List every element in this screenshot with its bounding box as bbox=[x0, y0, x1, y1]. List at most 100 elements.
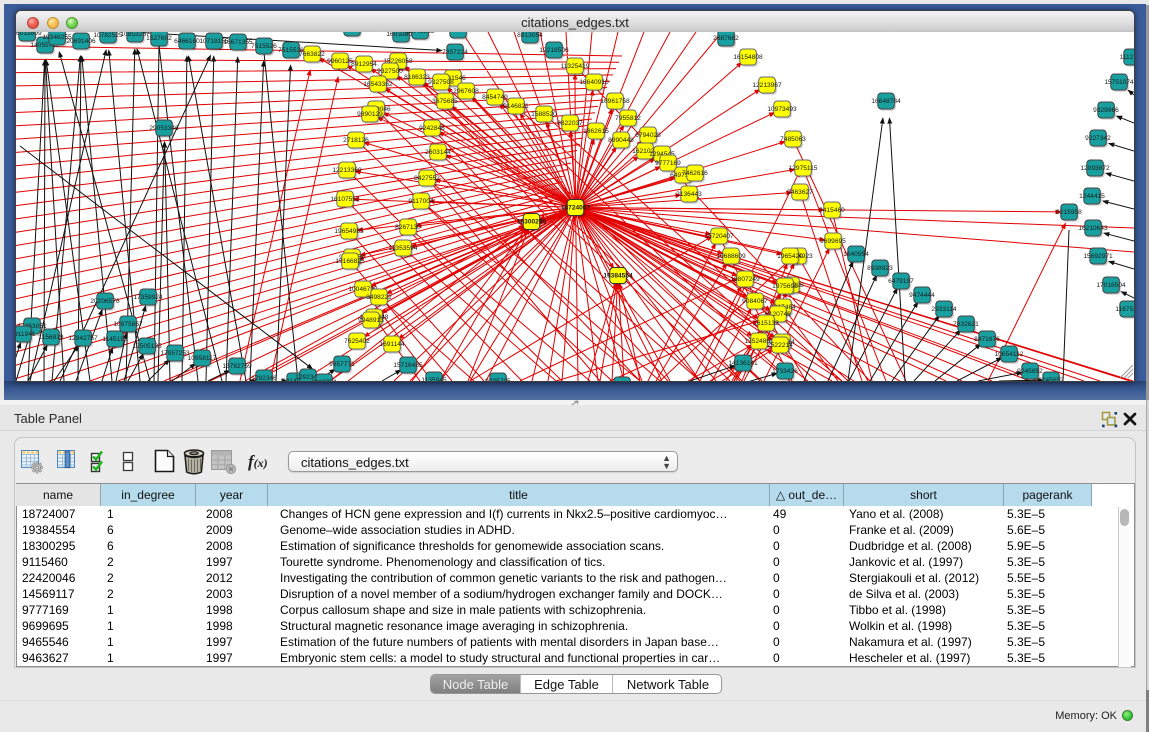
svg-text:6794028: 6794028 bbox=[635, 132, 661, 139]
svg-text:9960125: 9960125 bbox=[327, 58, 353, 65]
svg-text:6479197: 6479197 bbox=[888, 278, 914, 285]
svg-text:18807249: 18807249 bbox=[730, 276, 760, 283]
svg-text:9890129: 9890129 bbox=[357, 111, 383, 118]
svg-text:7357224: 7357224 bbox=[442, 49, 468, 56]
svg-text:8454749: 8454749 bbox=[482, 94, 508, 101]
svg-text:14136141: 14136141 bbox=[728, 360, 758, 367]
svg-text:7663822: 7663822 bbox=[299, 51, 325, 58]
svg-text:16154808: 16154808 bbox=[733, 54, 763, 61]
svg-text:16033809: 16033809 bbox=[16, 32, 42, 37]
svg-text:9235705: 9235705 bbox=[485, 378, 511, 381]
svg-text:10958117: 10958117 bbox=[188, 355, 217, 362]
svg-text:12043852: 12043852 bbox=[405, 32, 435, 35]
svg-text:8912954: 8912954 bbox=[351, 61, 377, 68]
svg-text:10973493: 10973493 bbox=[767, 106, 797, 113]
svg-text:17016504: 17016504 bbox=[1096, 282, 1126, 289]
svg-text:7632621: 7632621 bbox=[953, 321, 979, 328]
svg-text:8267130: 8267130 bbox=[395, 224, 421, 231]
svg-text:2687682: 2687682 bbox=[713, 35, 739, 42]
svg-text:2718126: 2718126 bbox=[343, 137, 369, 144]
svg-text:16961758: 16961758 bbox=[600, 98, 630, 105]
svg-text:18724007: 18724007 bbox=[561, 205, 591, 212]
svg-text:9084067: 9084067 bbox=[742, 298, 768, 305]
svg-text:9474444: 9474444 bbox=[909, 292, 935, 299]
svg-text:9242848: 9242848 bbox=[419, 125, 445, 132]
svg-text:1292346: 1292346 bbox=[251, 375, 277, 381]
svg-text:8498222: 8498222 bbox=[366, 294, 392, 301]
svg-text:17359924: 17359924 bbox=[133, 294, 163, 301]
svg-text:9699695: 9699695 bbox=[820, 238, 846, 245]
svg-text:9948913: 9948913 bbox=[358, 317, 384, 324]
svg-text:8990448: 8990448 bbox=[608, 137, 634, 144]
svg-text:19384554: 19384554 bbox=[603, 273, 633, 280]
svg-text:1862615: 1862615 bbox=[583, 128, 609, 135]
svg-text:8215958: 8215958 bbox=[1056, 209, 1082, 216]
svg-text:1640954: 1640954 bbox=[843, 251, 869, 258]
svg-text:16107552: 16107552 bbox=[330, 196, 360, 203]
svg-text:18300295: 18300295 bbox=[517, 219, 547, 226]
svg-text:15751074: 15751074 bbox=[1104, 79, 1134, 86]
svg-text:1145193: 1145193 bbox=[102, 336, 128, 343]
svg-text:18640910: 18640910 bbox=[579, 79, 609, 86]
svg-text:11325419: 11325419 bbox=[561, 63, 590, 70]
svg-text:1156819: 1156819 bbox=[38, 334, 64, 341]
svg-text:10782525: 10782525 bbox=[93, 32, 123, 39]
svg-text:9329966: 9329966 bbox=[1093, 107, 1119, 114]
svg-text:1244415: 1244415 bbox=[1079, 193, 1105, 200]
svg-text:9657771: 9657771 bbox=[329, 361, 355, 368]
svg-text:8938923: 8938923 bbox=[867, 265, 893, 272]
svg-text:10975867: 10975867 bbox=[113, 321, 143, 328]
svg-text:15720407: 15720407 bbox=[704, 233, 734, 240]
svg-text:8822037: 8822037 bbox=[557, 120, 583, 127]
svg-text:7955812: 7955812 bbox=[615, 115, 641, 122]
svg-text:7515526: 7515526 bbox=[251, 43, 277, 50]
svg-text:11353594: 11353594 bbox=[389, 245, 418, 252]
svg-text:1588520: 1588520 bbox=[531, 111, 557, 118]
svg-text:10654112: 10654112 bbox=[995, 351, 1024, 358]
svg-text:1167533: 1167533 bbox=[1115, 306, 1134, 313]
svg-text:10688609: 10688609 bbox=[716, 253, 746, 260]
svg-text:1135945: 1135945 bbox=[421, 377, 447, 381]
svg-text:7485063: 7485063 bbox=[780, 136, 806, 143]
svg-text:29053346: 29053346 bbox=[149, 125, 179, 132]
svg-text:8186323: 8186323 bbox=[404, 74, 430, 81]
svg-text:12213369: 12213369 bbox=[332, 167, 362, 174]
svg-text:1112753: 1112753 bbox=[1120, 54, 1134, 61]
svg-text:9327508: 9327508 bbox=[428, 79, 454, 86]
svg-text:2522214: 2522214 bbox=[767, 342, 793, 349]
svg-text:9415460: 9415460 bbox=[819, 207, 845, 214]
svg-text:9245652: 9245652 bbox=[1038, 377, 1064, 381]
svg-text:7625402: 7625402 bbox=[344, 338, 370, 345]
svg-text:12093872: 12093872 bbox=[1080, 165, 1110, 172]
svg-text:16543362: 16543362 bbox=[363, 81, 393, 88]
svg-text:8427552: 8427552 bbox=[414, 175, 440, 182]
svg-text:3911941: 3911941 bbox=[16, 331, 36, 338]
svg-text:12975115: 12975115 bbox=[789, 165, 818, 172]
svg-text:2136443: 2136443 bbox=[676, 191, 702, 198]
svg-text:16671355: 16671355 bbox=[223, 39, 253, 46]
svg-text:20691406: 20691406 bbox=[66, 38, 96, 45]
svg-text:17957253: 17957253 bbox=[160, 350, 190, 357]
svg-text:8813054: 8813054 bbox=[517, 32, 543, 39]
svg-text:2967608: 2967608 bbox=[453, 88, 479, 95]
svg-text:9227342: 9227342 bbox=[1085, 135, 1111, 142]
svg-text:12213967: 12213967 bbox=[752, 82, 782, 89]
svg-text:9777169: 9777169 bbox=[655, 160, 681, 167]
svg-text:9146821: 9146821 bbox=[503, 103, 529, 110]
svg-text:1965420: 1965420 bbox=[777, 253, 803, 260]
svg-text:19654985: 19654985 bbox=[334, 228, 364, 235]
svg-text:1527602: 1527602 bbox=[146, 35, 172, 42]
svg-text:19166825: 19166825 bbox=[335, 258, 365, 265]
svg-text:3675685: 3675685 bbox=[432, 98, 458, 105]
svg-text:16782759: 16782759 bbox=[222, 363, 252, 370]
svg-text:9463627: 9463627 bbox=[787, 189, 813, 196]
svg-text:9327500: 9327500 bbox=[377, 68, 403, 75]
svg-text:1975692: 1975692 bbox=[772, 283, 798, 290]
svg-text:9245652: 9245652 bbox=[1017, 368, 1043, 375]
svg-text:9543251: 9543251 bbox=[445, 32, 471, 34]
svg-text:1733426: 1733426 bbox=[772, 368, 798, 375]
svg-text:8471676: 8471676 bbox=[974, 336, 1000, 343]
svg-text:1691144: 1691144 bbox=[379, 341, 405, 348]
svg-text:20206576: 20206576 bbox=[90, 298, 120, 305]
svg-text:2603144: 2603144 bbox=[425, 149, 451, 156]
